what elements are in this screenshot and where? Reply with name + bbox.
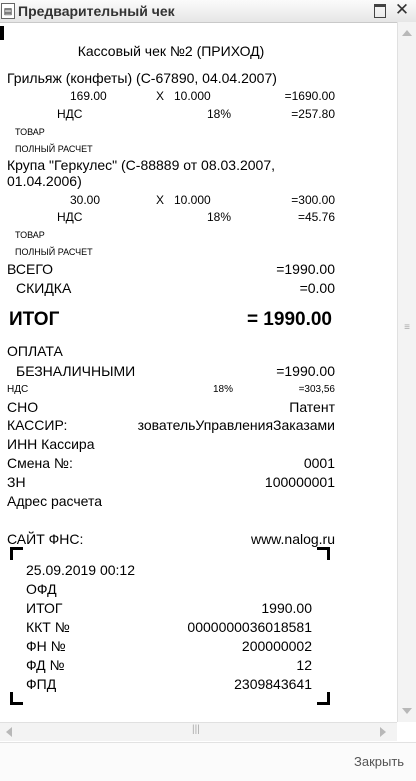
maximize-button[interactable] — [372, 2, 388, 18]
shift-row: Смена №: 0001 — [7, 455, 335, 471]
scroll-down-icon[interactable] — [402, 708, 412, 714]
discount-row: СКИДКА =0.00 — [16, 280, 335, 296]
footer-bar: Закрыть — [0, 742, 416, 781]
sno-row: СНО Патент — [7, 399, 335, 415]
qr-corner — [10, 547, 23, 560]
cashless-row: БЕЗНАЛИЧНЫМИ =1990.00 — [16, 363, 335, 379]
item-price-row: 169.00 X 10.000 =1690.00 — [70, 89, 335, 103]
window-title: Предварительный чек — [18, 3, 175, 19]
horizontal-scrollbar[interactable]: ||| — [0, 722, 397, 741]
qr-datetime: 25.09.2019 00:12 — [26, 562, 135, 578]
document-icon: ▤ — [1, 3, 15, 19]
scroll-grip-icon[interactable]: ≡ — [402, 322, 412, 336]
scroll-up-icon[interactable] — [402, 30, 412, 36]
qr-corner — [10, 692, 23, 705]
scroll-grip-icon[interactable]: ||| — [192, 724, 200, 735]
title-bar: ▤ Предварительный чек ✕ — [0, 0, 416, 23]
cashier-row: КАССИР: зовательУправленияЗаказами — [7, 417, 335, 433]
scroll-left-icon[interactable] — [6, 727, 12, 737]
cashier-inn: ИНН Кассира — [7, 436, 95, 452]
qr-fpd-row: ФПД 2309843641 — [26, 676, 312, 692]
qr-corner — [317, 692, 330, 705]
total-row: ВСЕГО =1990.00 — [7, 261, 335, 277]
qr-fn-row: ФН № 200000002 — [26, 638, 312, 654]
payment-label: ОПЛАТА — [7, 343, 63, 359]
close-window-button[interactable]: ✕ — [394, 1, 410, 18]
receipt-area: Кассовый чек №2 (ПРИХОД) Грильяж (конфет… — [0, 22, 395, 722]
itog-row: ИТОГ = 1990.00 — [9, 309, 332, 330]
zn-row: ЗН 100000001 — [7, 474, 335, 490]
qr-fd-row: ФД № 12 — [26, 657, 312, 673]
item-vat-row: НДС 18% =257.80 — [57, 107, 335, 121]
qr-kkt-row: ККТ № 0000000036018581 — [26, 619, 312, 635]
item-subject: ТОВАР — [15, 230, 45, 240]
receipt-header: Кассовый чек №2 (ПРИХОД) — [77, 43, 265, 59]
qr-ofd: ОФД — [26, 581, 57, 597]
item-name: Грильяж (конфеты) (С-67890, 04.04.2007) — [7, 70, 277, 86]
cursor-marker — [0, 26, 4, 40]
qr-corner — [317, 547, 330, 560]
vertical-scrollbar[interactable]: ≡ — [397, 22, 416, 722]
qr-block: 25.09.2019 00:12 ОФД ИТОГ 1990.00 ККТ № … — [10, 547, 330, 705]
item-name-cont: 01.04.2006) — [7, 173, 82, 189]
item-vat-row: НДС 18% =45.76 — [57, 210, 335, 224]
address-label: Адрес расчета — [7, 493, 103, 509]
scroll-right-icon[interactable] — [380, 727, 386, 737]
item-price-row: 30.00 X 10.000 =300.00 — [70, 193, 335, 207]
item-subject: ТОВАР — [15, 127, 45, 137]
qr-itog-row: ИТОГ 1990.00 — [26, 600, 312, 616]
close-button[interactable]: Закрыть — [354, 754, 404, 769]
